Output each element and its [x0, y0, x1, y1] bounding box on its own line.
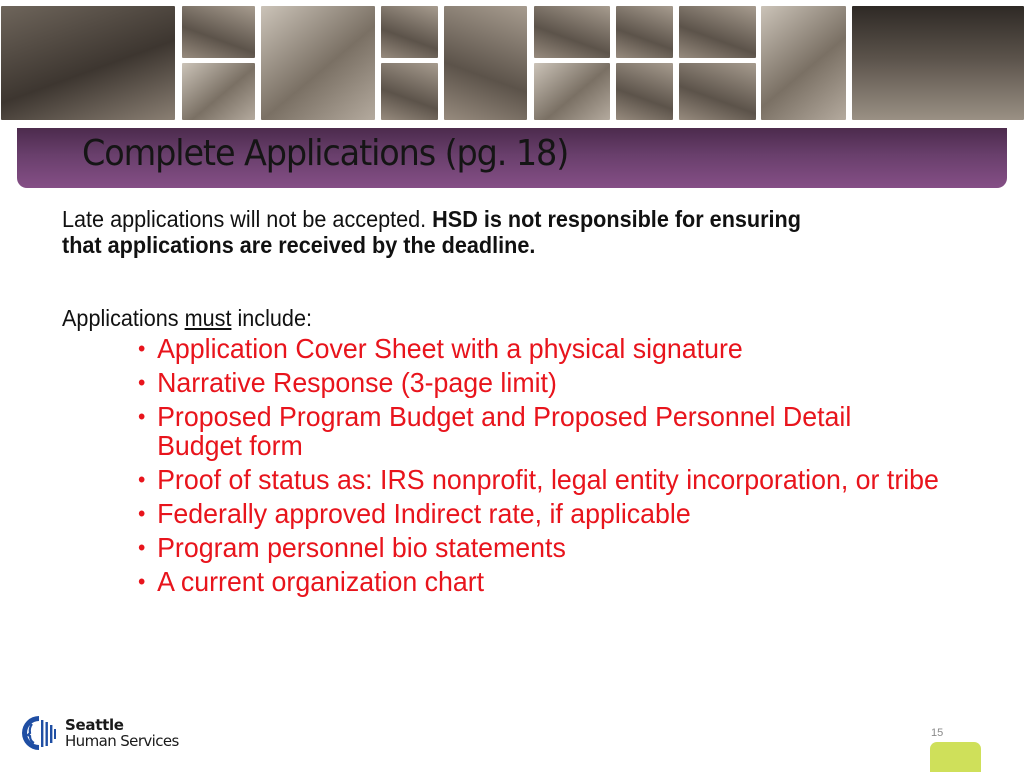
list-item: • A current organization chart — [138, 567, 940, 596]
requirement-text: A current organization chart — [157, 566, 485, 597]
graduation-crowd-photo — [852, 6, 1024, 120]
youth-poster-photo — [261, 6, 375, 120]
family-photo — [1, 6, 175, 120]
bullet-icon: • — [138, 370, 146, 395]
woman-flowers-photo — [534, 6, 610, 58]
slide-title: Complete Applications (pg. 18) — [82, 133, 569, 174]
requirement-text: Narrative Response (3-page limit) — [157, 367, 557, 398]
children-drawing-photo — [182, 6, 255, 58]
photo-collage-banner — [0, 0, 1024, 124]
bullet-icon: • — [138, 501, 146, 526]
requirements-list: • Application Cover Sheet with a physical… — [138, 334, 978, 601]
must-prefix: Applications — [62, 305, 185, 331]
list-item: • Proposed Program Budget and Proposed Pe… — [138, 402, 940, 460]
intro-normal-text: Late applications will not be accepted. — [62, 206, 433, 232]
man-table-photo — [679, 63, 756, 120]
requirement-text: Proposed Program Budget and Proposed Per… — [157, 401, 852, 461]
requirements-heading: Applications must include: — [62, 305, 312, 331]
seattle-seal-icon — [22, 716, 56, 750]
child-play-photo — [381, 6, 438, 58]
requirement-text: Federally approved Indirect rate, if app… — [157, 498, 691, 529]
logo-text-human-services: Human Services — [65, 732, 179, 750]
requirement-text: Program personnel bio statements — [157, 532, 566, 563]
requirement-text: Application Cover Sheet with a physical … — [157, 333, 743, 364]
page-number: 15 — [931, 727, 944, 739]
classroom-photo — [444, 6, 527, 120]
seattle-human-services-logo: Seattle Human Services — [20, 714, 220, 754]
must-suffix: include: — [231, 305, 312, 331]
children-computer-photo — [182, 63, 255, 120]
two-women-photo — [616, 6, 673, 58]
bullet-icon: • — [138, 535, 146, 560]
office-photo — [616, 63, 673, 120]
food-bank-photo — [761, 6, 846, 120]
list-item: • Narrative Response (3-page limit) — [138, 368, 940, 397]
child-hat-photo — [381, 63, 438, 120]
bullet-icon: • — [138, 467, 146, 492]
bullet-icon: • — [138, 336, 146, 361]
bullet-icon: • — [138, 404, 146, 429]
woman-cake-photo — [534, 63, 610, 120]
intro-paragraph: Late applications will not be accepted. … — [62, 206, 842, 258]
list-item: • Application Cover Sheet with a physical… — [138, 334, 940, 363]
list-item: • Federally approved Indirect rate, if ap… — [138, 499, 940, 528]
list-item: • Program personnel bio statements — [138, 533, 940, 562]
woman-kitchen-photo — [679, 6, 756, 58]
list-item: • Proof of status as: IRS nonprofit, lega… — [138, 465, 940, 494]
bullet-icon: • — [138, 569, 146, 594]
requirement-text: Proof of status as: IRS nonprofit, legal… — [157, 464, 939, 495]
must-underlined: must — [184, 305, 232, 331]
